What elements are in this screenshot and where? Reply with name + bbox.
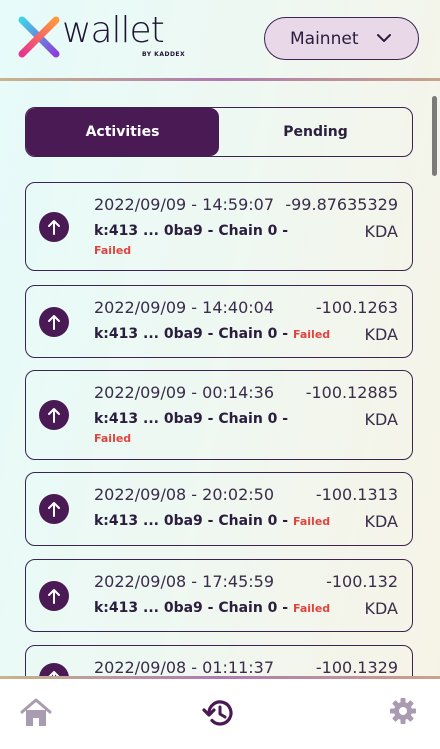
transaction-datetime: 2022/09/08 - 01:11:37 [94,658,275,677]
transaction-amount: -100.132 [326,572,398,591]
transaction-card[interactable]: 2022/09/09 - 14:40:04 -100.1263 KDA k:41… [25,285,413,358]
transaction-detail-text: k:413 ... 0ba9 - Chain 0 - [94,600,289,616]
transaction-datetime: 2022/09/09 - 14:59:07 [94,195,275,214]
status-badge: Failed [94,432,132,445]
transaction-detail-text: k:413 ... 0ba9 - Chain 0 - [94,513,289,529]
nav-settings[interactable] [389,697,417,729]
transaction-unit: KDA [364,325,398,344]
transaction-detail-text: k:413 ... 0ba9 - Chain 0 - [94,326,289,342]
transaction-datetime: 2022/09/09 - 00:14:36 [94,383,275,402]
gear-icon [390,698,416,724]
chevron-down-icon [377,34,391,42]
transaction-amount: -100.12885 [305,383,398,402]
network-selector[interactable]: Mainnet [264,17,419,60]
transaction-amount: -100.1313 [315,485,398,504]
transaction-detail: k:413 ... 0ba9 - Chain 0 - [94,411,289,427]
bottom-navigation [0,679,440,749]
logo-subtitle: BY KADDEX [142,51,186,58]
status-badge: Failed [292,602,331,615]
transaction-datetime: 2022/09/08 - 20:02:50 [94,485,275,504]
transaction-amount: -100.1329 [315,658,398,677]
xwallet-logo: wallet BY KADDEX [18,10,193,62]
transaction-detail: k:413 ... 0ba9 - Chain 0 - Failed [94,513,330,529]
nav-home[interactable] [19,697,53,733]
transaction-card[interactable]: 2022/09/08 - 20:02:50 -100.1313 KDA k:41… [25,472,413,546]
transaction-unit: KDA [364,222,398,241]
home-icon [20,698,52,726]
transaction-unit: KDA [364,599,398,618]
transaction-datetime: 2022/09/08 - 17:45:59 [94,572,275,591]
transaction-detail: k:413 ... 0ba9 - Chain 0 - Failed [94,600,330,616]
transaction-unit: KDA [364,512,398,531]
arrow-up-icon [39,580,69,611]
transaction-card[interactable]: 2022/09/09 - 00:14:36 -100.12885 KDA k:4… [25,370,413,460]
header-divider [0,78,440,81]
arrow-up-icon [39,494,69,524]
transaction-unit: KDA [364,410,398,429]
arrow-up-icon [39,211,69,242]
logo-wordmark: wallet [62,10,165,51]
status-badge: Failed [292,515,331,528]
network-label: Mainnet [290,28,359,49]
transaction-detail: k:413 ... 0ba9 - Chain 0 - [94,223,289,239]
nav-history[interactable] [202,697,236,733]
arrow-up-icon [39,306,69,337]
history-icon [202,700,233,726]
transaction-card[interactable]: 2022/09/09 - 14:59:07 -99.87635329 KDA k… [25,182,413,271]
scrollbar[interactable] [432,96,437,176]
transaction-amount: -99.87635329 [285,195,398,214]
transaction-amount: -100.1263 [315,298,398,317]
tab-pending[interactable]: Pending [219,108,412,156]
tab-activities-label: Activities [85,124,160,140]
tab-pending-label: Pending [283,124,348,140]
status-badge: Failed [94,244,132,257]
transaction-detail: k:413 ... 0ba9 - Chain 0 - Failed [94,326,330,342]
transaction-card[interactable]: 2022/09/08 - 17:45:59 -100.132 KDA k:413… [25,559,413,632]
tab-activities[interactable]: Activities [26,108,219,156]
status-badge: Failed [292,328,331,341]
arrow-up-icon [39,400,69,430]
transaction-datetime: 2022/09/09 - 14:40:04 [94,298,275,317]
header: wallet BY KADDEX Mainnet [0,0,440,80]
activity-tabs: Activities Pending [25,107,413,157]
x-logo-icon [18,16,60,58]
